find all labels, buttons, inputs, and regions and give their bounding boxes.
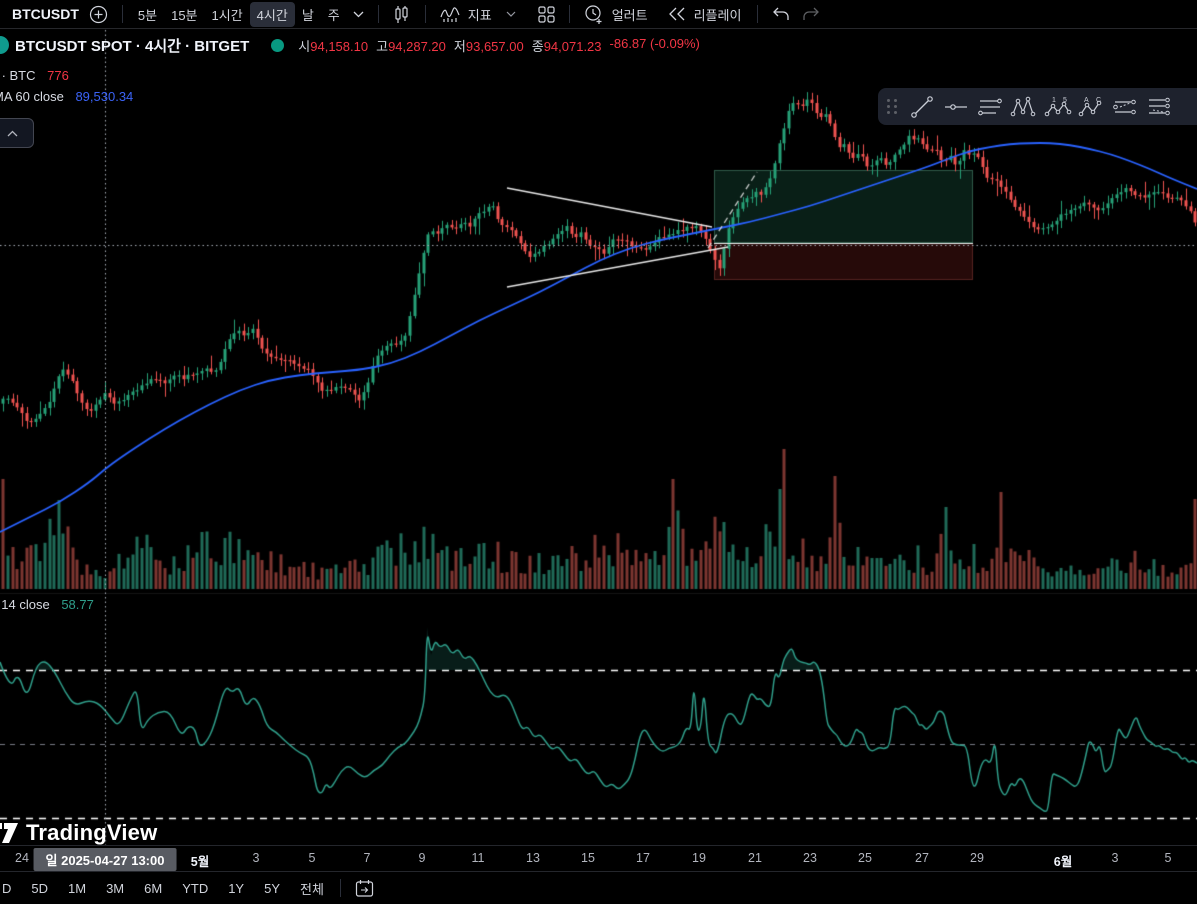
ma-legend-label: MA 60 close	[0, 89, 64, 104]
ma-legend-value: 89,530.34	[75, 89, 134, 104]
trend-line-icon[interactable]	[905, 92, 939, 122]
rsi-legend-value: 58.77	[61, 597, 94, 612]
range-5D[interactable]: 5D	[23, 878, 56, 899]
range-buttons: D 5D 1M 3M 6M YTD 1Y 5Y 전체	[0, 876, 332, 901]
time-axis-label: 6월	[1053, 855, 1073, 869]
top-toolbar: BTCUSDT 5분 15분 1시간 4시간 날 주 지표 얼러트 리플레이	[0, 0, 1197, 29]
divider	[568, 5, 570, 23]
tradingview-chart-app: { "toolbar": { "symbol": "BTCUSDT", "tim…	[0, 0, 1197, 904]
exchange-logo	[0, 36, 9, 54]
svg-text:1: 1	[1052, 97, 1056, 104]
ohlc-values: 시94,158.10 고94,287.20 저93,657.00 종94,071.23…	[298, 36, 700, 55]
short-position-icon[interactable]	[1143, 92, 1177, 122]
time-axis-label: 19	[692, 851, 706, 865]
timeframe-4시간[interactable]: 4시간	[249, 1, 295, 27]
time-axis-label: 24	[15, 851, 29, 865]
chart-canvas[interactable]	[0, 0, 1197, 903]
volume-legend-label: 룸 · BTC	[0, 68, 36, 83]
parallel-channel-icon[interactable]	[973, 92, 1007, 122]
undo-icon[interactable]	[766, 4, 796, 24]
range-3M[interactable]: 3M	[98, 878, 132, 899]
time-axis-label: 17	[636, 851, 650, 865]
long-position-icon[interactable]	[1109, 92, 1143, 122]
tradingview-logo-icon	[0, 823, 18, 843]
replay-label[interactable]: 리플레이	[692, 5, 744, 24]
ohlc-item: 저93,657.00	[453, 38, 524, 54]
timeframe-주[interactable]: 주	[321, 2, 347, 27]
range-전체[interactable]: 전체	[292, 876, 332, 901]
drawing-toolbar: 15 AC	[878, 88, 1197, 125]
time-axis[interactable]: 24 5월 3 5 7 9 11 13 15 17 19 21 23 25 27 29 6월 3 5 일 2025-0…	[0, 845, 1197, 872]
timeframe-날[interactable]: 날	[295, 2, 321, 27]
legend-collapse-button[interactable]	[0, 118, 34, 148]
time-axis-label: 27	[915, 851, 929, 865]
divider	[757, 5, 759, 23]
time-axis-label: 15	[581, 851, 595, 865]
time-axis-label: 13	[526, 851, 540, 865]
redo-icon[interactable]	[796, 4, 826, 24]
elliott-wave-icon[interactable]: 15	[1041, 92, 1075, 122]
chart-type-candles-icon[interactable]	[387, 2, 417, 27]
drag-handle-icon[interactable]	[887, 99, 898, 114]
symbol-search-button[interactable]: BTCUSDT	[8, 3, 83, 25]
range-YTD[interactable]: YTD	[174, 878, 216, 899]
time-axis-label: 5	[308, 851, 316, 865]
tradingview-logo-text: TradingView	[26, 820, 158, 845]
timeframe-1시간[interactable]: 1시간	[205, 2, 250, 27]
goto-date-calendar-icon[interactable]	[349, 876, 380, 901]
time-axis-label: 5	[1164, 851, 1172, 865]
rsi-legend[interactable]: RSI 14 close 58.77	[0, 597, 94, 612]
range-bar: D 5D 1M 3M 6M YTD 1Y 5Y 전체	[0, 871, 1197, 904]
symbol-info-row: BTCUSDT SPOT · 4시간 · BITGET 시94,158.10 고9…	[0, 33, 700, 57]
layout-grid-icon[interactable]	[532, 3, 561, 26]
timeframe-group: 5분 15분 1시간 4시간 날 주	[131, 1, 347, 27]
indicators-icon[interactable]: 지표	[434, 2, 500, 27]
time-axis-label: 23	[803, 851, 817, 865]
time-axis-label: 3	[252, 851, 260, 865]
alert-label[interactable]: 얼러트	[610, 5, 650, 24]
divider	[377, 5, 379, 23]
range-1Y[interactable]: 1Y	[220, 878, 252, 899]
divider	[424, 5, 426, 23]
xabcd-pattern-icon[interactable]	[1007, 92, 1041, 122]
time-axis-label: 9	[418, 851, 426, 865]
crosshair-date-label: 일 2025-04-27 13:00	[33, 848, 177, 871]
range-D[interactable]: D	[0, 878, 19, 899]
volume-legend[interactable]: 룸 · BTC 776	[0, 65, 69, 84]
chevron-down-icon[interactable]	[347, 8, 370, 21]
time-axis-label: 5월	[190, 855, 210, 869]
range-6M[interactable]: 6M	[136, 878, 170, 899]
rsi-legend-label: RSI 14 close	[0, 597, 50, 612]
volume-legend-value: 776	[47, 68, 69, 83]
divider	[339, 879, 341, 897]
time-axis-label: 11	[471, 851, 485, 865]
abc-pattern-icon[interactable]: AC	[1075, 92, 1109, 122]
ohlc-item: 고94,287.20	[376, 38, 446, 54]
chevron-down-icon[interactable]	[500, 8, 522, 20]
replay-icon[interactable]: 리플레이	[662, 2, 750, 27]
change-value: -86.87 (-0.09%)	[609, 35, 700, 51]
symbol-title[interactable]: BTCUSDT SPOT · 4시간 · BITGET	[15, 35, 249, 56]
horizontal-line-icon[interactable]	[939, 92, 973, 122]
ohlc-item: 종94,071.23	[531, 38, 602, 54]
time-axis-label: 7	[363, 851, 371, 865]
range-1M[interactable]: 1M	[60, 878, 94, 899]
range-5Y[interactable]: 5Y	[256, 878, 288, 899]
tradingview-logo[interactable]: TradingView	[0, 820, 157, 846]
timeframe-5분[interactable]: 5분	[131, 2, 164, 27]
alert-clock-icon[interactable]: 얼러트	[578, 1, 656, 27]
timeframe-15분[interactable]: 15분	[164, 2, 204, 27]
time-axis-label: 29	[970, 851, 984, 865]
time-axis-label: 25	[858, 851, 872, 865]
time-axis-label: 21	[748, 851, 762, 865]
ohlc-item: 시94,158.10	[298, 38, 369, 54]
divider	[121, 5, 123, 23]
time-axis-label: 3	[1111, 851, 1119, 865]
ma-legend[interactable]: MA 60 close 89,530.34	[0, 89, 133, 104]
market-status-dot[interactable]	[271, 38, 285, 52]
indicators-label[interactable]: 지표	[466, 5, 494, 24]
compare-add-icon[interactable]	[83, 2, 114, 27]
